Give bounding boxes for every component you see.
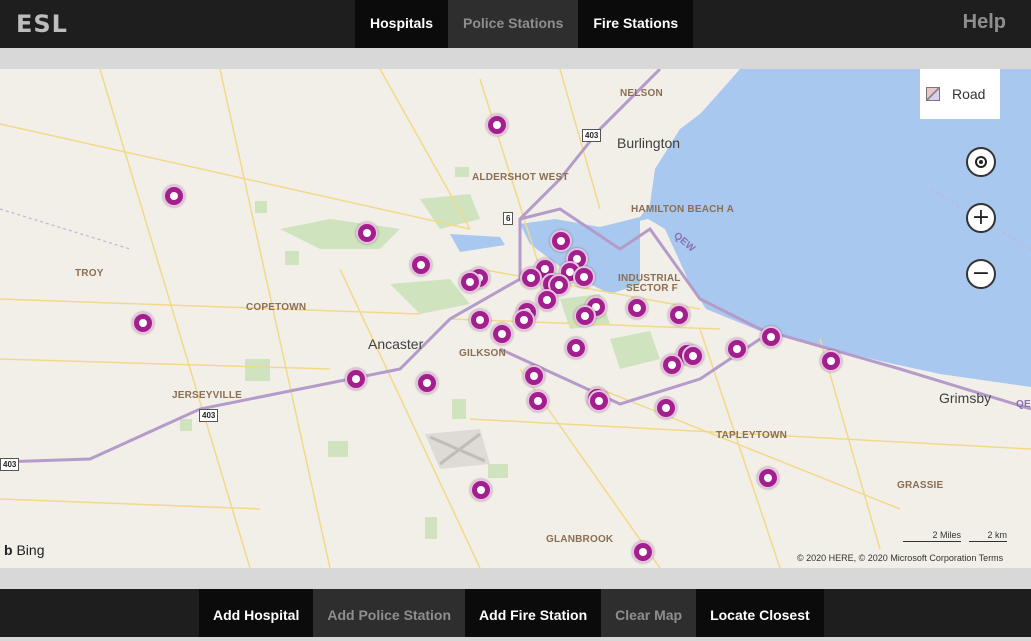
- map-copyright[interactable]: © 2020 HERE, © 2020 Microsoft Corporatio…: [797, 553, 1003, 563]
- top-nav: Hospitals Police Stations Fire Stations: [355, 0, 694, 48]
- location-marker[interactable]: [726, 338, 748, 360]
- zoom-in-button[interactable]: +: [966, 203, 996, 233]
- location-marker[interactable]: [163, 185, 185, 207]
- location-marker[interactable]: [459, 271, 481, 293]
- scale-km: 2 km: [969, 530, 1007, 542]
- city-label: Burlington: [617, 135, 681, 151]
- location-marker[interactable]: [760, 326, 782, 348]
- location-marker[interactable]: [655, 397, 677, 419]
- location-marker[interactable]: [470, 479, 492, 501]
- tab-hospitals[interactable]: Hospitals: [355, 0, 449, 48]
- location-marker[interactable]: [345, 368, 367, 390]
- scale-miles: 2 Miles: [903, 530, 961, 542]
- location-marker[interactable]: [416, 372, 438, 394]
- add-police-station-button[interactable]: Add Police Station: [313, 589, 466, 637]
- location-marker[interactable]: [513, 309, 535, 331]
- highway-label: QEW: [1016, 399, 1031, 410]
- highway-shield: 6: [503, 212, 514, 225]
- location-marker[interactable]: [536, 289, 558, 311]
- location-marker[interactable]: [632, 541, 654, 563]
- add-fire-station-button[interactable]: Add Fire Station: [465, 589, 602, 637]
- tab-police-stations[interactable]: Police Stations: [448, 0, 579, 48]
- locate-closest-button[interactable]: Locate Closest: [696, 589, 824, 637]
- place-label: TROY: [75, 268, 104, 279]
- place-label: ALDERSHOT WEST: [472, 172, 569, 183]
- location-marker[interactable]: [527, 390, 549, 412]
- place-label: GRASSIE: [897, 480, 944, 491]
- map-type-selector[interactable]: Road: [920, 69, 1000, 119]
- location-marker[interactable]: [523, 365, 545, 387]
- location-marker[interactable]: [588, 390, 610, 412]
- place-label: NELSON: [620, 88, 663, 99]
- action-toolbar: Add Hospital Add Police Station Add Fire…: [199, 589, 824, 637]
- highway-shield: 403: [199, 409, 219, 422]
- place-label: TAPLEYTOWN: [716, 430, 788, 441]
- locate-me-button[interactable]: [966, 147, 996, 177]
- highway-shield: 403: [0, 458, 20, 471]
- clear-map-button[interactable]: Clear Map: [601, 589, 697, 637]
- place-label: COPETOWN: [246, 302, 307, 313]
- location-marker[interactable]: [682, 345, 704, 367]
- place-label: JERSEYVILLE: [172, 390, 242, 401]
- map-type-label: Road: [952, 86, 986, 102]
- place-label: HAMILTON BEACH A: [631, 204, 735, 215]
- place-label: GLANBROOK: [546, 534, 614, 545]
- location-marker[interactable]: [626, 297, 648, 319]
- help-link[interactable]: Help: [963, 11, 1006, 34]
- location-marker[interactable]: [550, 230, 572, 252]
- highway-shield: 403: [582, 129, 602, 142]
- location-marker[interactable]: [574, 305, 596, 327]
- location-marker[interactable]: [520, 267, 542, 289]
- plus-icon: +: [971, 205, 991, 230]
- top-bar: ESL Hospitals Police Stations Fire Stati…: [0, 0, 1031, 48]
- add-hospital-button[interactable]: Add Hospital: [199, 589, 314, 637]
- location-marker[interactable]: [132, 312, 154, 334]
- minus-icon: −: [971, 261, 991, 286]
- location-marker[interactable]: [410, 254, 432, 276]
- place-label: GILKSON: [459, 348, 506, 359]
- road-map-icon: [926, 87, 940, 101]
- bing-icon: b: [4, 542, 13, 558]
- city-label: Grimsby: [939, 390, 992, 406]
- map-view[interactable]: NELSON Burlington ALDERSHOT WEST HAMILTO…: [0, 69, 1031, 568]
- bottom-bar: Add Hospital Add Police Station Add Fire…: [0, 589, 1031, 637]
- bing-label: Bing: [16, 542, 45, 558]
- location-marker[interactable]: [668, 304, 690, 326]
- city-label: Ancaster: [368, 336, 424, 352]
- locate-icon: [975, 156, 987, 168]
- location-marker[interactable]: [573, 266, 595, 288]
- location-marker[interactable]: [356, 222, 378, 244]
- tab-fire-stations[interactable]: Fire Stations: [578, 0, 694, 48]
- location-marker[interactable]: [820, 350, 842, 372]
- place-label: SECTOR F: [626, 283, 678, 294]
- location-marker[interactable]: [486, 114, 508, 136]
- location-marker[interactable]: [469, 309, 491, 331]
- location-marker[interactable]: [491, 323, 513, 345]
- bing-logo: b Bing: [4, 542, 44, 558]
- location-marker[interactable]: [757, 467, 779, 489]
- zoom-out-button[interactable]: −: [966, 259, 996, 289]
- app-logo: ESL: [16, 10, 68, 38]
- location-marker[interactable]: [565, 337, 587, 359]
- location-marker[interactable]: [661, 354, 683, 376]
